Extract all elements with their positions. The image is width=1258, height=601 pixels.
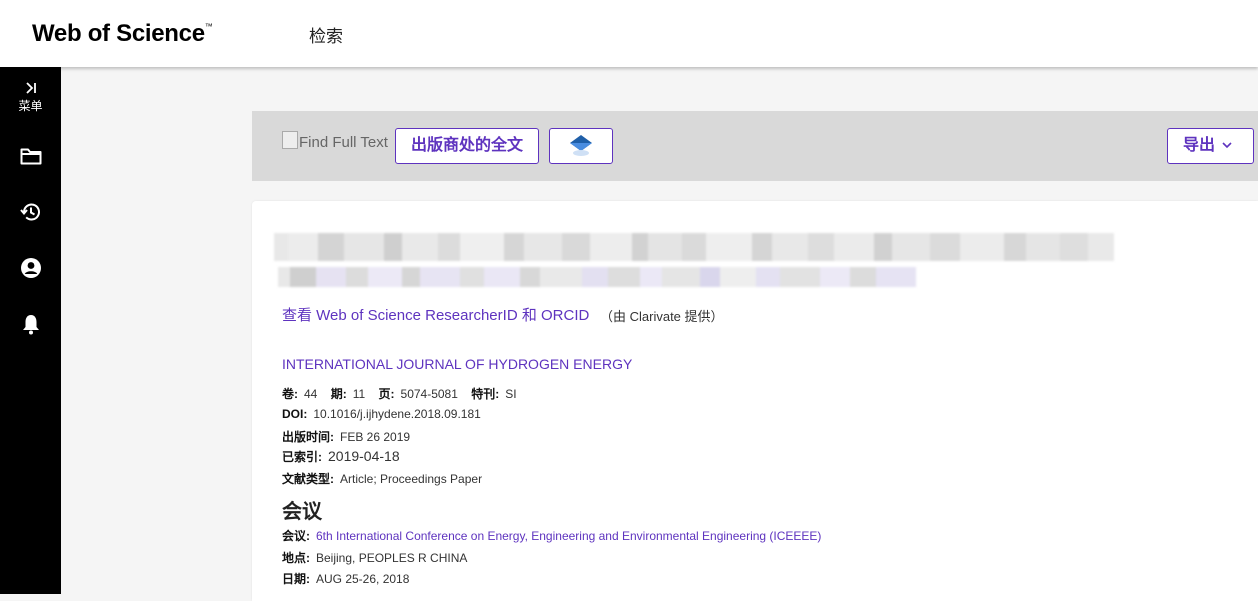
doi-value: 10.1016/j.ijhydene.2018.09.181 bbox=[313, 407, 481, 421]
indexed-value: 2019-04-18 bbox=[328, 448, 400, 464]
doi-label: DOI: bbox=[282, 407, 308, 421]
sidebar-item-folders[interactable] bbox=[0, 147, 61, 165]
published-value: FEB 26 2019 bbox=[340, 430, 411, 444]
expand-icon bbox=[25, 82, 36, 94]
account-icon bbox=[20, 258, 41, 278]
logo-trademark: ™ bbox=[204, 22, 213, 31]
special-issue-label: 特刊: bbox=[471, 387, 500, 401]
published-label: 出版时间: bbox=[282, 430, 334, 444]
broken-image-icon bbox=[282, 131, 298, 149]
special-issue-value: SI bbox=[505, 387, 517, 401]
publisher-fulltext-button[interactable]: 出版商处的全文 bbox=[395, 128, 539, 164]
sidebar-item-history[interactable] bbox=[0, 201, 61, 223]
volume-value: 44 bbox=[304, 387, 318, 401]
find-full-text-link[interactable]: Find Full Text bbox=[282, 131, 388, 151]
redacted-authors bbox=[278, 267, 946, 287]
location-label: 地点: bbox=[282, 551, 310, 565]
indexed-line: 已索引: 2019-04-18 bbox=[282, 448, 400, 465]
find-full-text-label: Find Full Text bbox=[299, 134, 388, 151]
bell-icon bbox=[22, 315, 39, 335]
conference-heading: 会议 bbox=[282, 501, 322, 523]
date-line: 日期: AUG 25-26, 2018 bbox=[282, 570, 409, 587]
sidebar-item-profile[interactable] bbox=[0, 257, 61, 279]
pages-value: 5074-5081 bbox=[400, 387, 458, 401]
published-line: 出版时间: FEB 26 2019 bbox=[282, 428, 410, 445]
date-label: 日期: bbox=[282, 572, 310, 586]
mendeley-icon bbox=[570, 135, 592, 156]
doi-line: DOI: 10.1016/j.ijhydene.2018.09.181 bbox=[282, 407, 481, 421]
date-value: AUG 25-26, 2018 bbox=[316, 572, 410, 586]
top-bar: Web of Science™ 检索 bbox=[0, 0, 1258, 67]
doc-type-line: 文献类型: Article; Proceedings Paper bbox=[282, 470, 482, 487]
conference-label: 会议: bbox=[282, 529, 310, 543]
journal-link[interactable]: INTERNATIONAL JOURNAL OF HYDROGEN ENERGY bbox=[282, 356, 632, 372]
location-value: Beijing, PEOPLES R CHINA bbox=[316, 551, 468, 565]
sidebar-menu-toggle[interactable]: 菜单 bbox=[0, 81, 61, 114]
doc-type-label: 文献类型: bbox=[282, 472, 334, 486]
doc-type-value: Article; Proceedings Paper bbox=[340, 472, 483, 486]
nav-search-link[interactable]: 检索 bbox=[309, 22, 343, 47]
record-card: 查看 Web of Science ResearcherID 和 ORCID （… bbox=[252, 201, 1258, 601]
chevron-down-icon bbox=[1222, 142, 1232, 149]
logo-text: Web of Science bbox=[32, 20, 205, 47]
history-icon bbox=[19, 203, 40, 221]
indexed-label: 已索引: bbox=[282, 450, 322, 464]
export-button[interactable]: 导出 bbox=[1167, 128, 1254, 164]
researcher-id-orcid-link[interactable]: 查看 Web of Science ResearcherID 和 ORCID bbox=[282, 304, 589, 325]
issue-label: 期: bbox=[330, 387, 347, 401]
location-line: 地点: Beijing, PEOPLES R CHINA bbox=[282, 549, 467, 566]
volume-label: 卷: bbox=[282, 387, 298, 401]
volume-issue-line: 卷: 44 期: 11 页: 5074-5081 特刊: SI bbox=[282, 385, 517, 402]
sidebar-menu-label: 菜单 bbox=[18, 99, 43, 113]
conference-line: 会议: 6th International Conference on Energ… bbox=[282, 527, 821, 544]
web-of-science-logo[interactable]: Web of Science™ bbox=[32, 20, 213, 48]
pages-label: 页: bbox=[378, 387, 395, 401]
export-label: 导出 bbox=[1183, 137, 1216, 154]
conference-link[interactable]: 6th International Conference on Energy, … bbox=[316, 529, 821, 543]
sidebar-item-alerts[interactable] bbox=[0, 313, 61, 335]
mendeley-button[interactable] bbox=[549, 128, 613, 164]
issue-value: 11 bbox=[352, 387, 366, 401]
clarivate-note: （由 Clarivate 提供） bbox=[600, 309, 724, 324]
folder-icon bbox=[20, 148, 41, 165]
redacted-title bbox=[274, 233, 1140, 261]
record-toolbar: Find Full Text 出版商处的全文 导出 bbox=[252, 111, 1258, 181]
sidebar: 菜单 bbox=[0, 67, 61, 594]
